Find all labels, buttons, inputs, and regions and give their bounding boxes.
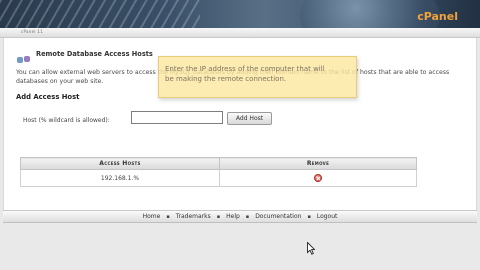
footer-link-help[interactable]: Help — [220, 213, 246, 220]
footer-link-documentation[interactable]: Documentation — [249, 213, 307, 220]
add-host-button[interactable]: Add Host — [227, 112, 272, 125]
header-banner: cPanel — [0, 0, 480, 28]
table-row: 192.168.1.% — [20, 169, 417, 187]
host-field-label: Host (% wildcard is allowed): — [23, 117, 110, 124]
footer-links: Home ▪ Trademarks ▪ Help ▪ Documentation… — [3, 210, 477, 223]
mouse-cursor-icon — [307, 242, 315, 255]
cpanel-logo[interactable]: cPanel — [417, 10, 458, 23]
tooltip-line-2: be making the remote connection. — [165, 75, 287, 83]
help-tooltip: Enter the IP address of the computer tha… — [158, 56, 357, 98]
column-header-access-hosts: Access Hosts — [20, 157, 220, 170]
column-header-remove: Remove — [219, 157, 417, 170]
page-title: Remote Database Access Hosts — [36, 50, 153, 58]
main-content: Remote Database Access Hosts You can all… — [3, 38, 477, 210]
footer-link-home[interactable]: Home — [137, 213, 167, 220]
access-hosts-table: Access Hosts Remove 192.168.1.% — [20, 157, 417, 187]
database-icon — [16, 54, 34, 64]
remove-cell — [219, 169, 417, 187]
remove-icon[interactable] — [314, 174, 322, 182]
host-input[interactable] — [131, 111, 223, 124]
breadcrumb[interactable]: cPanel 11 — [21, 29, 43, 34]
footer-link-logout[interactable]: Logout — [311, 213, 344, 220]
header-cables-graphic — [0, 0, 200, 28]
tooltip-line-1: Enter the IP address of the computer tha… — [165, 65, 325, 73]
breadcrumb-bar: cPanel 11 — [0, 28, 480, 38]
access-host-value: 192.168.1.% — [20, 169, 220, 187]
section-heading-add-access-host: Add Access Host — [16, 93, 80, 101]
footer-link-trademarks[interactable]: Trademarks — [170, 213, 217, 220]
